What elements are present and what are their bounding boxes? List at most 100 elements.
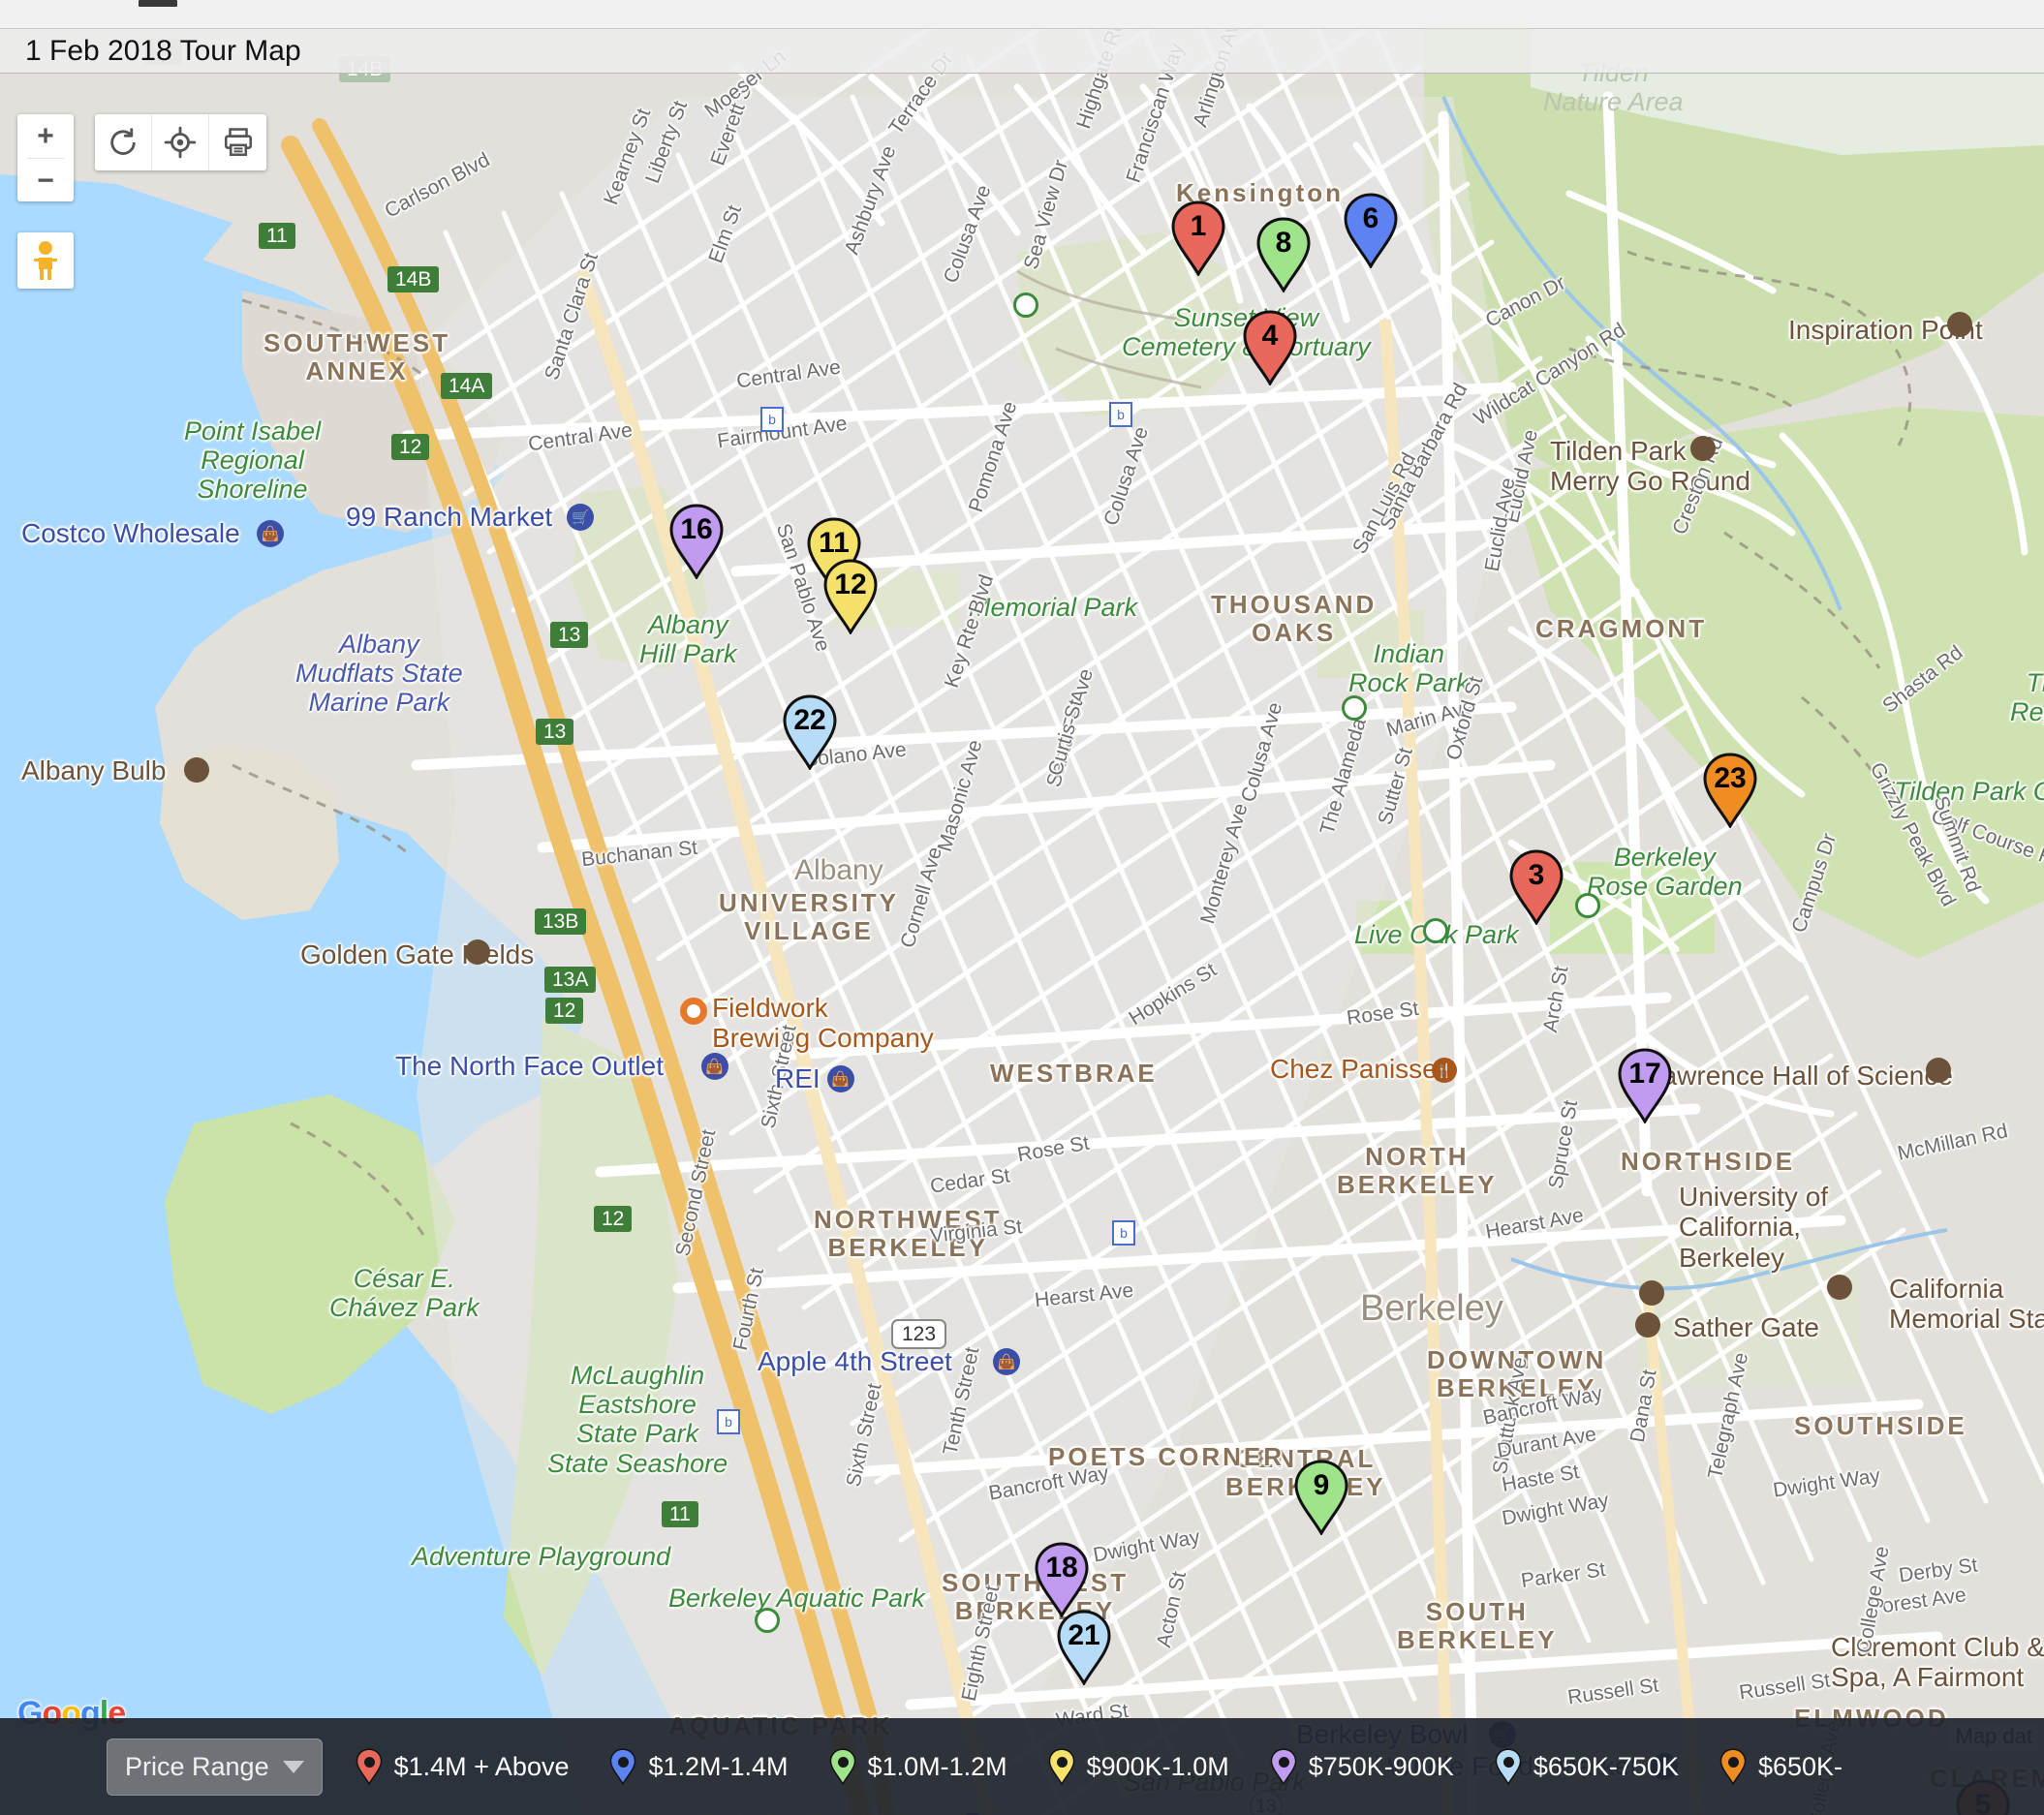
- landmark-dot-icon-1: [465, 939, 490, 965]
- window-top-strip: [0, 0, 2044, 29]
- landmark-dot-icon-3: [1690, 436, 1716, 461]
- highway-shield-8: 12: [545, 998, 584, 1024]
- transit-station-icon-2: b: [717, 1409, 740, 1434]
- brewery-dot-icon: [680, 998, 707, 1025]
- landmark-dot-icon-7: [1827, 1275, 1852, 1300]
- map-marker-1[interactable]: 1: [1170, 200, 1226, 276]
- zoom-controls[interactable]: + −: [17, 114, 74, 201]
- transit-station-icon-1: b: [1109, 402, 1132, 427]
- map-marker-label: 23: [1714, 762, 1747, 794]
- highway-shield-6: 13B: [535, 908, 587, 935]
- map-marker-12[interactable]: 12: [822, 559, 879, 634]
- map-marker-6[interactable]: 6: [1343, 193, 1399, 268]
- map-marker-label: 12: [834, 569, 867, 600]
- legend-item-0[interactable]: $1.4M + Above: [356, 1746, 570, 1787]
- shopping-bag-icon: 👜: [992, 1348, 1020, 1375]
- highway-shield-3: 12: [391, 434, 430, 460]
- map-marker-label: 9: [1313, 1469, 1330, 1501]
- map-marker-18[interactable]: 18: [1034, 1542, 1090, 1617]
- map-marker-8[interactable]: 8: [1255, 217, 1312, 292]
- price-range-label: Price Range: [125, 1751, 269, 1781]
- highway-shield-9: 12: [594, 1206, 633, 1232]
- restaurant-dot-icon: 🍴: [1432, 1058, 1457, 1083]
- legend-pin-icon: [829, 1746, 856, 1787]
- park-dot-icon-2: [1423, 918, 1448, 943]
- pegman-icon: [34, 241, 57, 280]
- legend-pin-icon: [1719, 1746, 1747, 1787]
- refresh-icon: [110, 128, 136, 155]
- map-marker-16[interactable]: 16: [668, 504, 725, 579]
- legend-pin-icon: [1048, 1746, 1075, 1787]
- browser-tab-stub[interactable]: [139, 0, 177, 7]
- map-marker-label: 16: [680, 513, 713, 545]
- map-marker-label: 1: [1190, 210, 1207, 242]
- chevron-down-icon: [282, 1760, 304, 1773]
- highway-shield-4: 13: [550, 622, 589, 648]
- legend-item-label: $1.2M-1.4M: [648, 1751, 789, 1781]
- legend-item-label: $650K-: [1757, 1751, 1843, 1781]
- map-marker-4[interactable]: 4: [1242, 310, 1298, 385]
- landmark-dot-icon-4: [1926, 1058, 1951, 1083]
- legend-item-6[interactable]: $650K-: [1719, 1746, 1843, 1787]
- highway-shield-10: 11: [662, 1501, 698, 1527]
- park-dot-icon-3: [1575, 893, 1600, 918]
- map-marker-9[interactable]: 9: [1293, 1460, 1349, 1535]
- highway-shield-12: 123: [891, 1319, 947, 1349]
- legend-item-1[interactable]: $1.2M-1.4M: [609, 1746, 789, 1787]
- map-marker-3[interactable]: 3: [1508, 849, 1564, 925]
- print-button[interactable]: [209, 114, 266, 170]
- zoom-out-button[interactable]: −: [17, 159, 74, 202]
- locate-button[interactable]: [152, 114, 209, 170]
- highway-shield-1: 14B: [387, 266, 440, 292]
- legend-pin-icon: [1270, 1746, 1297, 1787]
- crosshair-icon: [164, 126, 197, 159]
- tour-map-page: SOUTHWEST ANNEX UNIVERSITY VILLAGE WESTBRA…: [0, 0, 2044, 1815]
- legend-item-label: $1.4M + Above: [393, 1751, 570, 1781]
- price-range-dropdown[interactable]: Price Range: [107, 1738, 323, 1796]
- legend-item-label: $1.0M-1.2M: [867, 1751, 1007, 1781]
- highway-shield-5: 13: [536, 719, 574, 745]
- legend-item-2[interactable]: $1.0M-1.2M: [829, 1746, 1007, 1787]
- legend-items: $1.4M + Above $1.2M-1.4M $1.0M-1.2M $900K-1…: [356, 1746, 1883, 1787]
- map-marker-label: 6: [1362, 202, 1379, 234]
- legend-item-3[interactable]: $900K-1.0M: [1048, 1746, 1229, 1787]
- map-marker-21[interactable]: 21: [1056, 1610, 1112, 1685]
- price-legend-bar: Price Range $1.4M + Above $1.2M-1.4M $1.0M…: [0, 1718, 2044, 1815]
- transit-station-icon-0: b: [760, 407, 784, 432]
- park-dot-icon-0: [1013, 292, 1038, 318]
- refresh-button[interactable]: [95, 114, 152, 170]
- legend-item-label: $650K-750K: [1533, 1751, 1679, 1781]
- map-marker-label: 21: [1068, 1619, 1100, 1651]
- legend-item-5[interactable]: $650K-750K: [1495, 1746, 1679, 1787]
- highway-shield-2: 14A: [441, 373, 493, 399]
- park-dot-icon-1: [1342, 695, 1367, 721]
- legend-pin-icon: [1495, 1746, 1522, 1787]
- map-marker-label: 22: [793, 704, 826, 736]
- legend-item-4[interactable]: $750K-900K: [1270, 1746, 1454, 1787]
- park-dot-icon-4: [755, 1608, 780, 1633]
- map-marker-17[interactable]: 17: [1617, 1048, 1673, 1123]
- map-marker-label: 17: [1628, 1058, 1661, 1090]
- transit-station-icon-3: b: [1112, 1220, 1135, 1246]
- landmark-dot-icon-2: [1947, 312, 1972, 337]
- legend-item-label: $750K-900K: [1308, 1751, 1454, 1781]
- map-marker-23[interactable]: 23: [1702, 753, 1758, 828]
- landmark-dot-icon-5: [1639, 1280, 1664, 1306]
- map-marker-label: 8: [1275, 227, 1292, 259]
- highway-shield-7: 13A: [544, 967, 597, 993]
- page-title: 1 Feb 2018 Tour Map: [25, 35, 301, 67]
- map-action-buttons[interactable]: [95, 114, 266, 170]
- zoom-in-button[interactable]: +: [17, 114, 74, 158]
- landmark-dot-icon-6: [1635, 1312, 1660, 1338]
- shopping-bag-icon: 👜: [256, 520, 284, 547]
- landmark-dot-icon-0: [184, 757, 209, 783]
- map-marker-label: 4: [1261, 320, 1279, 352]
- map-marker-22[interactable]: 22: [782, 694, 838, 770]
- legend-item-label: $900K-1.0M: [1086, 1751, 1229, 1781]
- street-view-pegman-button[interactable]: [17, 232, 74, 289]
- printer-icon: [224, 128, 252, 157]
- map-marker-label: 3: [1528, 859, 1545, 891]
- map-canvas[interactable]: SOUTHWEST ANNEX UNIVERSITY VILLAGE WESTBRA…: [0, 29, 2044, 1815]
- shopping-bag-icon: 👜: [700, 1053, 728, 1080]
- legend-pin-icon: [609, 1746, 636, 1787]
